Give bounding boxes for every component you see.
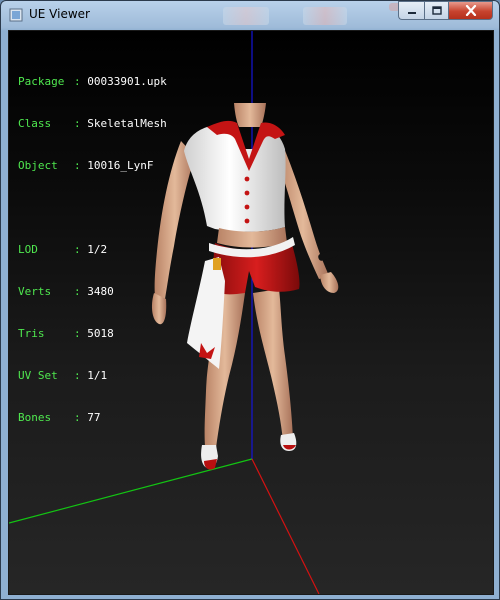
- app-window: UE Viewer Package: 00033901.upk Class:…: [0, 0, 500, 600]
- title-bar[interactable]: UE Viewer: [1, 1, 499, 31]
- info-row-tris: Tris : 5018: [18, 327, 114, 340]
- 3d-viewport[interactable]: Package: 00033901.upk Class : SkeletalMe…: [8, 30, 494, 595]
- maximize-icon: [431, 5, 442, 15]
- info-row-object: Object : 10016_LynF: [18, 159, 154, 172]
- uvset-value: 1/1: [87, 369, 108, 382]
- info-row-bones: Bones : 77: [18, 411, 101, 424]
- character-model: [151, 103, 339, 470]
- package-value: 00033901.upk: [87, 75, 167, 88]
- object-value: 10016_LynF: [87, 159, 154, 172]
- minimize-button[interactable]: [398, 1, 424, 20]
- background-icon: [223, 7, 269, 25]
- verts-value: 3480: [87, 285, 114, 298]
- lod-value: 1/2: [87, 243, 108, 256]
- axis-x-line: [251, 458, 320, 594]
- info-row-uvset: UV Set : 1/1: [18, 369, 108, 382]
- window-controls: [398, 1, 493, 21]
- info-row-class: Class : SkeletalMesh: [18, 117, 167, 130]
- info-spacer: [18, 201, 167, 215]
- class-value: SkeletalMesh: [87, 117, 167, 130]
- info-row-verts: Verts : 3480: [18, 285, 114, 298]
- minimize-icon: [407, 11, 416, 14]
- app-icon: [9, 8, 23, 22]
- background-icon: [303, 7, 347, 25]
- tris-value: 5018: [87, 327, 114, 340]
- axis-y-line: [9, 458, 253, 524]
- close-icon: [465, 5, 476, 16]
- mesh-info-panel: Package: 00033901.upk Class : SkeletalMe…: [18, 47, 167, 453]
- info-row-lod: LOD : 1/2: [18, 243, 108, 256]
- window-title: UE Viewer: [29, 7, 90, 21]
- close-button[interactable]: [449, 1, 493, 20]
- maximize-button[interactable]: [424, 1, 449, 20]
- bones-value: 77: [87, 411, 101, 424]
- info-row-package: Package: 00033901.upk: [18, 75, 167, 88]
